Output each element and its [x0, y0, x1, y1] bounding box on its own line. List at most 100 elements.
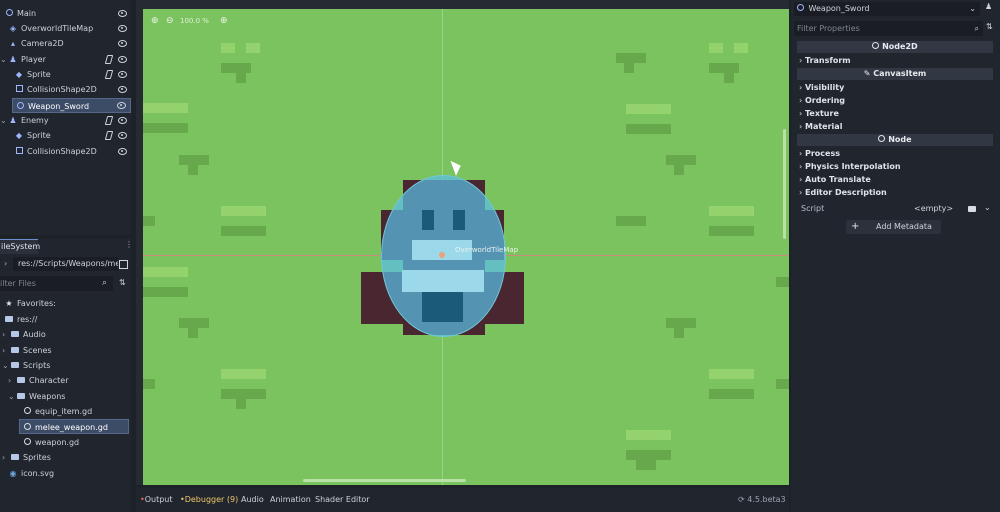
- filter-properties-input[interactable]: Filter Properties ⌕: [794, 21, 983, 36]
- fs-item-weapon[interactable]: weapon.gd: [22, 435, 79, 450]
- script-icon[interactable]: [104, 131, 114, 140]
- tree-item-collisionshape2d[interactable]: CollisionShape2D: [14, 82, 131, 97]
- fs-item-res[interactable]: res://: [4, 312, 37, 327]
- fs-item-scenes[interactable]: › Scenes: [2, 343, 52, 358]
- sort-icon[interactable]: ⇅: [119, 278, 126, 287]
- add-metadata-button[interactable]: + Add Metadata: [846, 220, 941, 234]
- grass-tile: [709, 63, 739, 73]
- section-visibility[interactable]: › Visibility: [799, 83, 844, 92]
- viewport-canvas[interactable]: OverworldTileMap ⊕ ⊖ 100.0 % ⊕: [143, 9, 789, 485]
- tab-output[interactable]: •Output: [140, 494, 173, 506]
- expand-chevron-icon[interactable]: ›: [2, 327, 10, 342]
- fs-item-audio[interactable]: › Audio: [2, 327, 46, 342]
- fs-item-character[interactable]: › Character: [8, 373, 69, 388]
- filesystem-tab[interactable]: ileSystem: [0, 239, 40, 254]
- zoom-minus-icon[interactable]: ⊖: [166, 16, 174, 26]
- visibility-eye-icon[interactable]: [117, 67, 127, 82]
- tab-debugger[interactable]: •Debugger (9): [180, 494, 238, 506]
- collapse-chevron-icon[interactable]: ⌄: [2, 358, 10, 373]
- visibility-eye-icon[interactable]: [117, 6, 127, 21]
- collapse-chevron-icon[interactable]: ⌄: [8, 389, 16, 404]
- visibility-eye-icon[interactable]: [117, 82, 127, 97]
- filter-files-input[interactable]: ilter Files: [0, 276, 113, 291]
- sort-icon[interactable]: ⇅: [986, 22, 993, 31]
- script-icon[interactable]: [104, 55, 114, 64]
- fs-item-equip-item[interactable]: equip_item.gd: [22, 404, 92, 419]
- fs-item-sprites[interactable]: › Sprites: [2, 450, 51, 465]
- chevron-down-icon[interactable]: ⌄: [984, 203, 991, 212]
- ruler-left: [136, 9, 143, 485]
- expand-chevron-icon[interactable]: ›: [8, 373, 16, 388]
- tree-item-weapon-sword[interactable]: Weapon_Sword: [12, 98, 131, 113]
- collapse-chevron-icon[interactable]: ⌄: [0, 52, 8, 67]
- grass-tile: [179, 155, 209, 165]
- horizontal-scrollbar[interactable]: [303, 479, 466, 482]
- load-folder-icon[interactable]: [968, 205, 976, 214]
- tree-item-label: Enemy: [21, 116, 49, 125]
- chevron-down-icon[interactable]: ⌄: [969, 2, 976, 16]
- plus-icon: +: [851, 221, 860, 232]
- script-icon[interactable]: [104, 116, 114, 125]
- grass-tile: [143, 267, 188, 277]
- node-icon: [4, 6, 14, 21]
- path-field[interactable]: res://Scripts/Weapons/me: [13, 257, 118, 271]
- tab-audio[interactable]: Audio: [241, 494, 264, 506]
- collapse-chevron-icon[interactable]: ⌄: [0, 113, 8, 128]
- fs-item-scripts[interactable]: ⌄ Scripts: [2, 358, 50, 373]
- zoom-label[interactable]: 100.0 %: [180, 17, 209, 25]
- section-material[interactable]: › Material: [799, 122, 842, 131]
- section-header-node2d: Node2D: [797, 41, 993, 53]
- folder-icon: [16, 373, 26, 388]
- section-ordering[interactable]: › Ordering: [799, 96, 845, 105]
- grass-tile: [666, 318, 696, 328]
- grass-tile: [666, 155, 696, 165]
- fs-item-melee-weapon[interactable]: melee_weapon.gd: [19, 419, 129, 434]
- expand-chevron-icon[interactable]: ›: [2, 343, 10, 358]
- tree-item-overworldtilemap[interactable]: ◈ OverworldTileMap: [8, 21, 131, 36]
- section-auto-translate[interactable]: › Auto Translate: [799, 175, 871, 184]
- tab-animation[interactable]: Animation: [270, 494, 311, 506]
- search-icon: ⌕: [102, 278, 108, 288]
- tree-item-sprite-enemy[interactable]: ◆ Sprite: [14, 128, 131, 143]
- layout-toggle-icon[interactable]: [119, 260, 128, 269]
- visibility-eye-icon[interactable]: [117, 36, 127, 51]
- path-back-chevron-icon[interactable]: ›: [4, 259, 7, 268]
- grass-tile: [776, 277, 789, 287]
- tree-item-camera2d[interactable]: ▴ Camera2D: [8, 36, 131, 51]
- tree-item-player[interactable]: ⌄ ♟ Player: [0, 52, 131, 67]
- section-transform[interactable]: › Transform: [799, 56, 851, 65]
- node-menu-icon[interactable]: ♟: [985, 2, 992, 11]
- visibility-eye-icon[interactable]: [117, 128, 127, 143]
- fs-item-icon-svg[interactable]: ◉ icon.svg: [8, 466, 55, 481]
- character-icon: ♟: [9, 55, 17, 64]
- tab-shader-editor[interactable]: Shader Editor: [315, 494, 370, 506]
- panel-menu-dots-icon[interactable]: ⋮: [125, 240, 133, 249]
- zoom-in-icon[interactable]: ⊕: [220, 16, 228, 26]
- grass-tile: [236, 399, 246, 409]
- visibility-eye-icon[interactable]: [117, 52, 127, 67]
- script-icon[interactable]: [104, 70, 114, 79]
- origin-marker-icon: [439, 252, 445, 258]
- section-texture[interactable]: › Texture: [799, 109, 839, 118]
- expand-chevron-icon[interactable]: ›: [2, 450, 10, 465]
- section-physics-interpolation[interactable]: › Physics Interpolation: [799, 162, 901, 171]
- section-editor-description[interactable]: › Editor Description: [799, 188, 887, 197]
- section-process[interactable]: › Process: [799, 149, 840, 158]
- grass-tile: [221, 369, 266, 379]
- fs-item-weapons[interactable]: ⌄ Weapons: [8, 389, 65, 404]
- expand-chevron-icon: ›: [799, 162, 803, 171]
- tree-item-enemy[interactable]: ⌄ ♟ Enemy: [0, 113, 131, 128]
- script-property-value[interactable]: <empty>: [914, 204, 953, 213]
- tree-item-collisionshape2d-enemy[interactable]: CollisionShape2D: [14, 144, 131, 159]
- selected-node-field[interactable]: Weapon_Sword ⌄: [794, 2, 980, 16]
- zoom-out-icon[interactable]: ⊕: [151, 16, 159, 26]
- visibility-eye-icon[interactable]: [117, 113, 127, 128]
- tree-item-label: CollisionShape2D: [27, 147, 97, 156]
- tree-item-sprite[interactable]: ◆ Sprite: [14, 67, 131, 82]
- vertical-scrollbar[interactable]: [783, 129, 786, 239]
- visibility-eye-icon[interactable]: [116, 98, 126, 113]
- visibility-eye-icon[interactable]: [117, 144, 127, 159]
- visibility-eye-icon[interactable]: [117, 21, 127, 36]
- tree-item-main[interactable]: Main: [4, 6, 131, 21]
- expand-chevron-icon: ›: [799, 96, 803, 105]
